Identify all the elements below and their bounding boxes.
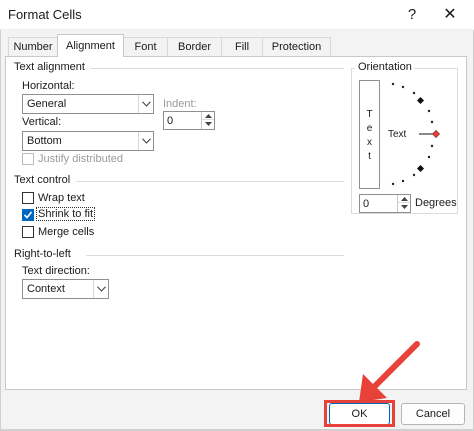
vertical-text-char: e	[366, 123, 373, 134]
merge-cells-checkbox[interactable]	[22, 226, 34, 238]
chevron-down-icon	[138, 95, 153, 113]
text-direction-value: Context	[27, 283, 65, 295]
vertical-value: Bottom	[27, 135, 62, 147]
tab-font[interactable]: Font	[123, 37, 168, 56]
group-divider	[90, 68, 344, 69]
group-divider	[76, 181, 344, 182]
dial-text-label: Text	[388, 129, 407, 140]
tab-protection[interactable]: Protection	[262, 37, 331, 56]
indent-label: Indent:	[163, 98, 197, 110]
tab-fill[interactable]: Fill	[221, 37, 263, 56]
help-button[interactable]: ?	[395, 2, 429, 28]
chevron-down-icon	[138, 132, 153, 150]
degrees-value: 0	[363, 198, 370, 210]
window-title: Format Cells	[8, 7, 82, 22]
shrink-to-fit-label: Shrink to fit	[35, 207, 96, 221]
indent-up-icon[interactable]	[202, 112, 214, 120]
indent-value: 0	[167, 115, 174, 127]
indent-down-icon[interactable]	[202, 120, 214, 128]
justify-distributed-label: Justify distributed	[38, 153, 123, 165]
degrees-stepper[interactable]: 0	[359, 194, 411, 213]
vertical-text-char: x	[367, 137, 372, 148]
wrap-text-checkbox[interactable]	[22, 192, 34, 204]
horizontal-select[interactable]: General	[22, 94, 154, 114]
right-to-left-group-label: Right-to-left	[14, 248, 71, 260]
degrees-label: Degrees	[415, 197, 457, 209]
degrees-up-icon[interactable]	[398, 195, 410, 203]
tab-alignment[interactable]: Alignment	[57, 34, 124, 57]
horizontal-label: Horizontal:	[22, 80, 75, 92]
annotation-arrow-icon	[359, 341, 420, 402]
justify-distributed-checkbox[interactable]	[22, 153, 34, 165]
vertical-text-char: t	[368, 151, 371, 162]
tab-number[interactable]: Number	[8, 37, 58, 56]
checkmark-icon	[23, 211, 33, 219]
indent-stepper[interactable]: 0	[163, 111, 215, 130]
horizontal-value: General	[27, 98, 67, 110]
group-divider	[86, 255, 344, 256]
text-alignment-group-label: Text alignment	[14, 61, 85, 73]
degrees-down-icon[interactable]	[398, 203, 410, 211]
chevron-down-icon	[93, 280, 108, 298]
text-direction-select[interactable]: Context	[22, 279, 109, 299]
merge-cells-label: Merge cells	[38, 226, 95, 238]
close-button[interactable]: ✕	[430, 2, 470, 28]
vertical-label: Vertical:	[22, 116, 62, 128]
text-control-group-label: Text control	[14, 174, 71, 186]
vertical-text-toggle[interactable]: T e x t	[359, 80, 380, 189]
wrap-text-label: Wrap text	[38, 192, 85, 204]
vertical-text-char: T	[366, 109, 373, 120]
tab-border[interactable]: Border	[167, 37, 222, 56]
text-direction-label: Text direction:	[22, 265, 90, 277]
vertical-select[interactable]: Bottom	[22, 131, 154, 151]
shrink-to-fit-checkbox[interactable]	[22, 209, 34, 221]
